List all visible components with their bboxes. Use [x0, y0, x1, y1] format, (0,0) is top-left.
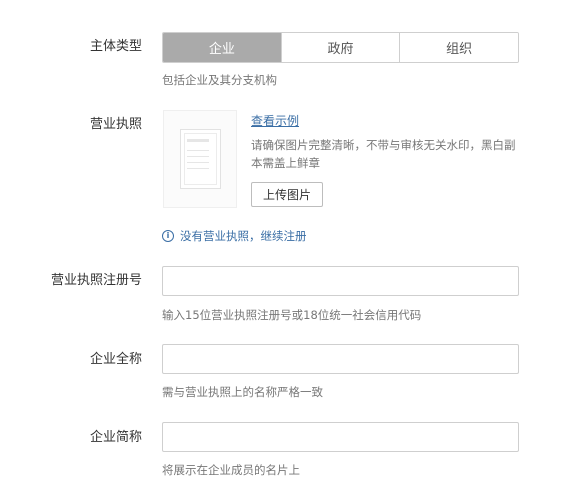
- license-upload-description: 请确保图片完整清晰，不带与审核无关水印，黑白副本需盖上鲜章: [251, 138, 516, 170]
- entity-type-option-government[interactable]: 政府: [280, 33, 400, 62]
- short-name-hint: 将展示在企业成员的名片上: [162, 463, 300, 477]
- view-example-link[interactable]: 查看示例: [251, 112, 299, 129]
- document-icon: [180, 129, 221, 189]
- entity-type-selector: 企业 政府 组织: [162, 32, 519, 63]
- full-name-label: 企业全称: [89, 352, 142, 367]
- full-name-input[interactable]: [162, 344, 519, 374]
- info-icon: i: [162, 230, 174, 242]
- entity-type-option-organization[interactable]: 组织: [399, 33, 518, 62]
- upload-image-button[interactable]: 上传图片: [251, 182, 323, 207]
- registration-number-input[interactable]: [162, 266, 519, 296]
- registration-number-label: 营业执照注册号: [50, 273, 142, 288]
- short-name-label: 企业简称: [89, 430, 142, 445]
- full-name-hint: 需与营业执照上的名称严格一致: [162, 385, 323, 399]
- business-license-label: 营业执照: [89, 117, 142, 132]
- registration-number-hint: 输入15位营业执照注册号或18位统一社会信用代码: [162, 308, 422, 322]
- entity-type-hint: 包括企业及其分支机构: [162, 73, 277, 87]
- entity-type-label: 主体类型: [89, 39, 142, 54]
- entity-type-option-enterprise[interactable]: 企业: [163, 33, 281, 62]
- license-example-thumbnail: [163, 110, 237, 208]
- short-name-input[interactable]: [162, 422, 519, 452]
- no-license-continue-link[interactable]: 没有营业执照，继续注册: [180, 228, 307, 244]
